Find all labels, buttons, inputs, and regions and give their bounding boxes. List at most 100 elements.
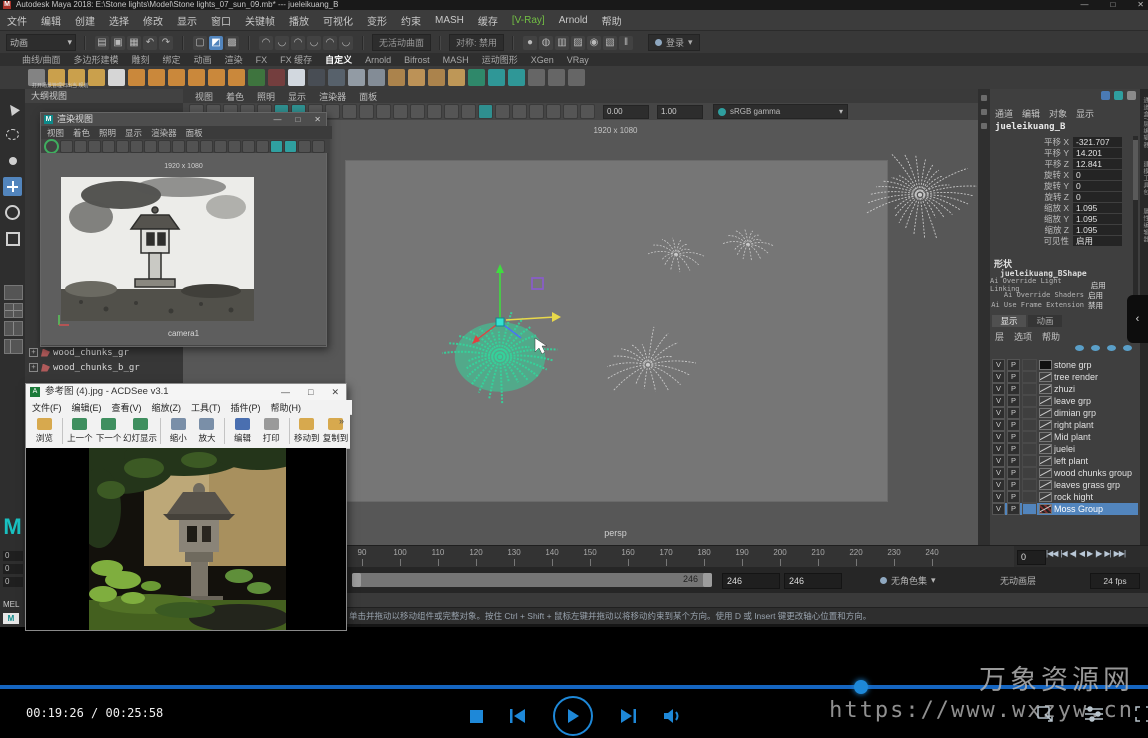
channel-box-menu-item[interactable]: 显示	[1076, 107, 1094, 120]
layer-color-swatch[interactable]	[1039, 492, 1052, 502]
layer-playback-toggle[interactable]: P	[1007, 407, 1020, 419]
viewport-menu-item[interactable]: 渲染器	[319, 90, 346, 103]
lasso-tool[interactable]	[3, 125, 22, 144]
playback-button[interactable]: |▶	[1095, 549, 1101, 558]
render-view-toolbar-icon[interactable]	[88, 140, 101, 153]
menu-item[interactable]: 窗口	[211, 13, 231, 28]
vray-icon[interactable]	[548, 69, 565, 86]
viewport-toolbar-icon[interactable]	[546, 104, 561, 119]
timeline-tick[interactable]: 110	[423, 548, 453, 557]
playback-button[interactable]: |◀◀	[1046, 549, 1057, 558]
poly-cylinder-icon[interactable]	[168, 69, 185, 86]
new-scene-icon[interactable]: ▤	[95, 36, 109, 50]
shelf-tab[interactable]: 运动图形	[482, 53, 518, 66]
maximize-button[interactable]: □	[308, 384, 313, 400]
poly-cone-icon[interactable]	[188, 69, 205, 86]
move-tool[interactable]	[3, 177, 22, 196]
layer-visible-toggle[interactable]: V	[992, 431, 1005, 443]
menu-item[interactable]: [V-Ray]	[512, 15, 545, 26]
channel-box-menu-item[interactable]: 通道	[995, 107, 1013, 120]
channel-box-menu-item[interactable]: 编辑	[1022, 107, 1040, 120]
timeline-tick[interactable]: 220	[841, 548, 871, 557]
layer-playback-toggle[interactable]: P	[1007, 431, 1020, 443]
shelf-tab[interactable]: 雕刻	[132, 53, 150, 66]
timeline-tick[interactable]: 230	[879, 548, 909, 557]
viewport-toolbar-icon[interactable]	[325, 104, 340, 119]
layer-row[interactable]: VPleave grp	[992, 395, 1138, 407]
timeline-tick[interactable]: 140	[537, 548, 567, 557]
vray-icon[interactable]	[568, 69, 585, 86]
channel-value-field[interactable]: 0	[1073, 181, 1122, 191]
timeline-tick[interactable]: 130	[499, 548, 529, 557]
channel-value-field[interactable]: 12.841	[1073, 159, 1122, 169]
layer-color-swatch[interactable]	[1039, 396, 1052, 406]
play-button[interactable]	[553, 696, 593, 736]
render-view-menu-item[interactable]: 渲染器	[151, 127, 177, 139]
maya-titlebar[interactable]: M Autodesk Maya 2018: E:\Stone lights\Mo…	[0, 0, 1148, 10]
viewport-menu-item[interactable]: 显示	[288, 90, 306, 103]
menu-item[interactable]: 创建	[75, 13, 95, 28]
eye-icon[interactable]	[1123, 345, 1132, 351]
acdsee-toolbar-button[interactable]: 放大	[193, 418, 222, 444]
channel-value-field[interactable]: 0	[1073, 170, 1122, 180]
menu-item[interactable]: 文件	[7, 13, 27, 28]
layer-color-swatch[interactable]	[1039, 456, 1052, 466]
layer-visible-toggle[interactable]: V	[992, 491, 1005, 503]
timeline-tick[interactable]: 180	[689, 548, 719, 557]
ipr-render-icon[interactable]: ◍	[539, 36, 553, 50]
attr-value[interactable]: 禁用	[1088, 300, 1122, 311]
layer-playback-toggle[interactable]: P	[1007, 479, 1020, 491]
channel-value-field[interactable]: 1.095	[1073, 214, 1122, 224]
select-object-icon[interactable]: ▢	[193, 36, 207, 50]
close-button[interactable]: ✕	[1137, 0, 1144, 10]
pencil-icon[interactable]	[108, 69, 125, 86]
acdsee-toolbar-button[interactable]: 幻灯显示	[123, 418, 157, 444]
viewport-toolbar-icon[interactable]	[529, 104, 544, 119]
character-set-dropdown[interactable]: 无角色集 ▾	[880, 573, 936, 587]
channel-value-field[interactable]: -321.707	[1073, 137, 1122, 147]
viewport-toolbar-icon[interactable]	[410, 104, 425, 119]
tool-icon[interactable]	[408, 69, 425, 86]
layer-row[interactable]: VPleft plant	[992, 455, 1138, 467]
acdsee-menu-item[interactable]: 编辑(E)	[72, 401, 102, 414]
folder-icon[interactable]	[88, 69, 105, 86]
acdsee-menu-item[interactable]: 帮助(H)	[271, 401, 302, 414]
shelf-tab[interactable]: VRay	[567, 55, 589, 65]
layer-menu-item[interactable]: 帮助	[1042, 330, 1060, 343]
timeline-tick[interactable]: 200	[765, 548, 795, 557]
layer-playback-toggle[interactable]: P	[1007, 395, 1020, 407]
current-frame-field[interactable]: 0	[1017, 550, 1046, 565]
previous-button[interactable]	[509, 708, 527, 724]
render-view-toolbar-icon[interactable]	[214, 140, 227, 153]
paint-select-tool[interactable]	[3, 151, 22, 170]
redo-icon[interactable]: ↷	[159, 36, 173, 50]
render-view-toolbar-icon[interactable]	[228, 140, 241, 153]
menu-item[interactable]: 编辑	[41, 13, 61, 28]
layer-color-swatch[interactable]	[1039, 372, 1052, 382]
shelf-tab[interactable]: FX	[256, 55, 268, 65]
layer-visible-toggle[interactable]: V	[992, 479, 1005, 491]
shelf-tab[interactable]: 绑定	[163, 53, 181, 66]
snap-plane-icon[interactable]: ◡	[307, 36, 321, 50]
timeline-tick[interactable]: 100	[385, 548, 415, 557]
open-scene-icon[interactable]: ▣	[111, 36, 125, 50]
acdsee-toolbar-button[interactable]: 上一个	[66, 418, 95, 444]
select-hierarchy-icon[interactable]: ▩	[225, 36, 239, 50]
layer-playback-toggle[interactable]: P	[1007, 503, 1020, 515]
playback-button[interactable]: |◀	[1060, 549, 1066, 558]
expand-icon[interactable]: +	[29, 348, 38, 357]
channel-value-field[interactable]: 0	[1073, 192, 1122, 202]
viewport-toolbar-icon[interactable]	[342, 104, 357, 119]
viewport-toolbar-icon[interactable]	[427, 104, 442, 119]
viewport-toolbar-icon[interactable]	[444, 104, 459, 119]
viewport-menu-item[interactable]: 着色	[226, 90, 244, 103]
render-icon[interactable]: ●	[523, 36, 537, 50]
channel-value-field[interactable]: 1.095	[1073, 225, 1122, 235]
render-view-toolbar-icon[interactable]	[74, 140, 87, 153]
layer-visible-toggle[interactable]: V	[992, 503, 1005, 515]
tool-icon[interactable]	[428, 69, 445, 86]
layer-playback-toggle[interactable]: P	[1007, 359, 1020, 371]
symmetry-field[interactable]: 对称: 禁用	[449, 34, 504, 51]
layer-visible-toggle[interactable]: V	[992, 395, 1005, 407]
layer-row[interactable]: VPstone grp	[992, 359, 1138, 371]
